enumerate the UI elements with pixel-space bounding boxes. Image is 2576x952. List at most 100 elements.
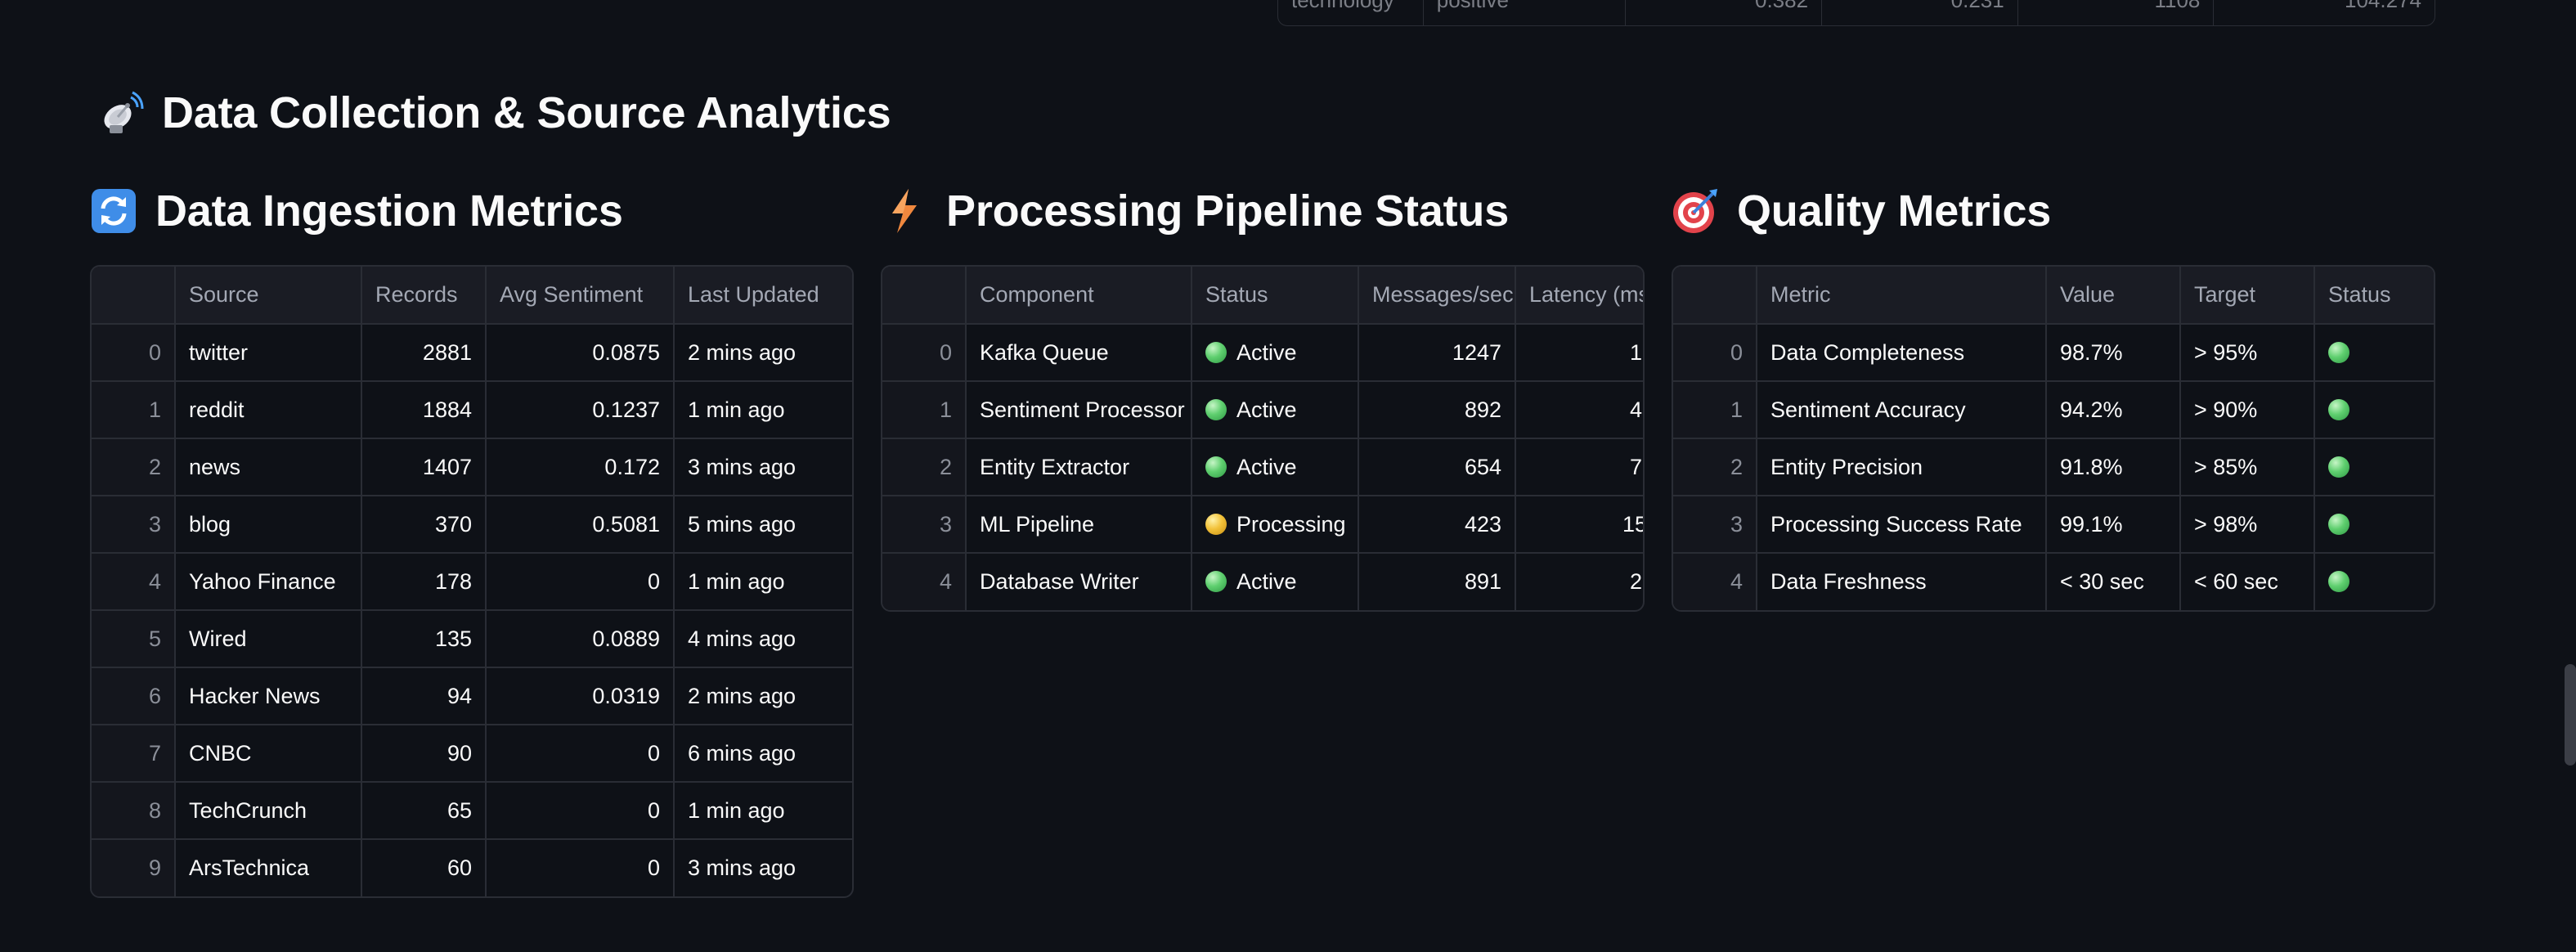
- cell-target[interactable]: < 60 sec: [2180, 553, 2315, 610]
- cell-metric[interactable]: Processing Success Rate: [1757, 496, 2047, 554]
- cell-latency[interactable]: 45: [1515, 381, 1643, 439]
- index-header[interactable]: [92, 267, 176, 325]
- cell-latency[interactable]: 156: [1515, 496, 1643, 554]
- cell-latency[interactable]: 78: [1515, 438, 1643, 496]
- cell-last-updated[interactable]: 3 mins ago: [674, 839, 852, 896]
- cell-messages-per-sec[interactable]: 891: [1358, 553, 1516, 610]
- cell-avg-sentiment[interactable]: 0.0319: [486, 667, 675, 725]
- cell-source[interactable]: twitter: [175, 324, 362, 382]
- cell-source[interactable]: CNBC: [175, 725, 362, 783]
- column-header-value[interactable]: Value: [2046, 267, 2181, 325]
- cell-messages-per-sec[interactable]: 1247: [1358, 324, 1516, 382]
- cell-component[interactable]: ML Pipeline: [966, 496, 1192, 554]
- table-row[interactable]: 1 Sentiment Accuracy 94.2% > 90%: [1673, 381, 2434, 439]
- cell-avg-sentiment[interactable]: 0.0875: [486, 324, 675, 382]
- page-scrollbar[interactable]: [2565, 664, 2576, 766]
- cell-source[interactable]: Yahoo Finance: [175, 553, 362, 611]
- cell-component[interactable]: Kafka Queue: [966, 324, 1192, 382]
- table-row[interactable]: 5 Wired 135 0.0889 4 mins ago: [92, 610, 852, 668]
- cell-value[interactable]: 94.2%: [2046, 381, 2181, 439]
- cell-messages-per-sec[interactable]: 654: [1358, 438, 1516, 496]
- cell-last-updated[interactable]: 2 mins ago: [674, 667, 852, 725]
- quality-table[interactable]: Metric Value Target Status 0 Data Complet…: [1672, 265, 2435, 612]
- cell-avg-sentiment[interactable]: 0: [486, 839, 675, 896]
- cell-records[interactable]: 94: [361, 667, 487, 725]
- column-header-messages-per-sec[interactable]: Messages/sec: [1358, 267, 1516, 325]
- cell-avg-sentiment[interactable]: 0: [486, 725, 675, 783]
- table-row[interactable]: 7 CNBC 90 0 6 mins ago: [92, 725, 852, 783]
- cell-target[interactable]: > 98%: [2180, 496, 2315, 554]
- cell-source[interactable]: reddit: [175, 381, 362, 439]
- column-header-status[interactable]: Status: [1192, 267, 1359, 325]
- cell-latency[interactable]: 23: [1515, 553, 1643, 610]
- cell-status[interactable]: Active: [1192, 553, 1359, 610]
- cell-records[interactable]: 2881: [361, 324, 487, 382]
- index-header[interactable]: [882, 267, 967, 325]
- cell-records[interactable]: 65: [361, 782, 487, 840]
- cell-status[interactable]: Active: [1192, 381, 1359, 439]
- cell-records[interactable]: 1407: [361, 438, 487, 496]
- table-row[interactable]: 3ML Pipeline Processing 423 156: [882, 496, 1643, 554]
- cell-status[interactable]: Active: [1192, 438, 1359, 496]
- cell-avg-sentiment[interactable]: 0.0889: [486, 610, 675, 668]
- cell-target[interactable]: > 85%: [2180, 438, 2315, 496]
- cell-component[interactable]: Entity Extractor: [966, 438, 1192, 496]
- pipeline-table[interactable]: Component Status Messages/sec Latency (m…: [881, 265, 1645, 612]
- cell-avg-sentiment[interactable]: 0.1237: [486, 381, 675, 439]
- cell-target[interactable]: > 95%: [2180, 324, 2315, 382]
- cell-value[interactable]: 91.8%: [2046, 438, 2181, 496]
- table-row[interactable]: 6 Hacker News 94 0.0319 2 mins ago: [92, 667, 852, 725]
- cell-latency[interactable]: 12: [1515, 324, 1643, 382]
- table-row[interactable]: 3 blog 370 0.5081 5 mins ago: [92, 496, 852, 554]
- cell-last-updated[interactable]: 6 mins ago: [674, 725, 852, 783]
- table-row[interactable]: 8 TechCrunch 65 0 1 min ago: [92, 782, 852, 840]
- cell-records[interactable]: 1884: [361, 381, 487, 439]
- cell-avg-sentiment[interactable]: 0: [486, 782, 675, 840]
- cell-metric[interactable]: Data Freshness: [1757, 553, 2047, 610]
- table-row[interactable]: 2 news 1407 0.172 3 mins ago: [92, 438, 852, 496]
- cell-avg-sentiment[interactable]: 0: [486, 553, 675, 611]
- table-row[interactable]: 4 Yahoo Finance 178 0 1 min ago: [92, 553, 852, 611]
- table-row[interactable]: 0Kafka Queue Active 1247 12: [882, 324, 1643, 382]
- table-row[interactable]: 0 twitter 2881 0.0875 2 mins ago: [92, 324, 852, 382]
- table-row[interactable]: 2 Entity Precision 91.8% > 85%: [1673, 438, 2434, 496]
- cell-source[interactable]: news: [175, 438, 362, 496]
- cell-status[interactable]: [2314, 438, 2434, 496]
- cell-metric[interactable]: Sentiment Accuracy: [1757, 381, 2047, 439]
- cell-value[interactable]: 99.1%: [2046, 496, 2181, 554]
- column-header-metric[interactable]: Metric: [1757, 267, 2047, 325]
- cell-last-updated[interactable]: 4 mins ago: [674, 610, 852, 668]
- column-header-last-updated[interactable]: Last Updated: [674, 267, 852, 325]
- cell-records[interactable]: 370: [361, 496, 487, 554]
- cell-last-updated[interactable]: 1 min ago: [674, 782, 852, 840]
- cell-source[interactable]: blog: [175, 496, 362, 554]
- column-header-status[interactable]: Status: [2314, 267, 2434, 325]
- cell-avg-sentiment[interactable]: 0.172: [486, 438, 675, 496]
- column-header-source[interactable]: Source: [175, 267, 362, 325]
- cell-status[interactable]: [2314, 553, 2434, 610]
- cell-value[interactable]: < 30 sec: [2046, 553, 2181, 610]
- cell-records[interactable]: 178: [361, 553, 487, 611]
- column-header-latency[interactable]: Latency (ms: [1515, 267, 1643, 325]
- table-row[interactable]: 4Database Writer Active 891 23: [882, 553, 1643, 610]
- cell-last-updated[interactable]: 1 min ago: [674, 553, 852, 611]
- cell-metric[interactable]: Data Completeness: [1757, 324, 2047, 382]
- cell-records[interactable]: 60: [361, 839, 487, 896]
- cell-last-updated[interactable]: 5 mins ago: [674, 496, 852, 554]
- cell-component[interactable]: Database Writer: [966, 553, 1192, 610]
- cell-source[interactable]: Hacker News: [175, 667, 362, 725]
- column-header-component[interactable]: Component: [966, 267, 1192, 325]
- cell-value[interactable]: 98.7%: [2046, 324, 2181, 382]
- cell-records[interactable]: 90: [361, 725, 487, 783]
- cell-source[interactable]: Wired: [175, 610, 362, 668]
- table-row[interactable]: 3 Processing Success Rate 99.1% > 98%: [1673, 496, 2434, 554]
- table-row[interactable]: 9 ArsTechnica 60 0 3 mins ago: [92, 839, 852, 896]
- cell-last-updated[interactable]: 3 mins ago: [674, 438, 852, 496]
- index-header[interactable]: [1673, 267, 1757, 325]
- cell-last-updated[interactable]: 2 mins ago: [674, 324, 852, 382]
- table-row[interactable]: 1Sentiment Processor Active 892 45: [882, 381, 1643, 439]
- cell-metric[interactable]: Entity Precision: [1757, 438, 2047, 496]
- table-row[interactable]: 1 reddit 1884 0.1237 1 min ago: [92, 381, 852, 439]
- cell-messages-per-sec[interactable]: 892: [1358, 381, 1516, 439]
- ingestion-table[interactable]: Source Records Avg Sentiment Last Update…: [90, 265, 854, 898]
